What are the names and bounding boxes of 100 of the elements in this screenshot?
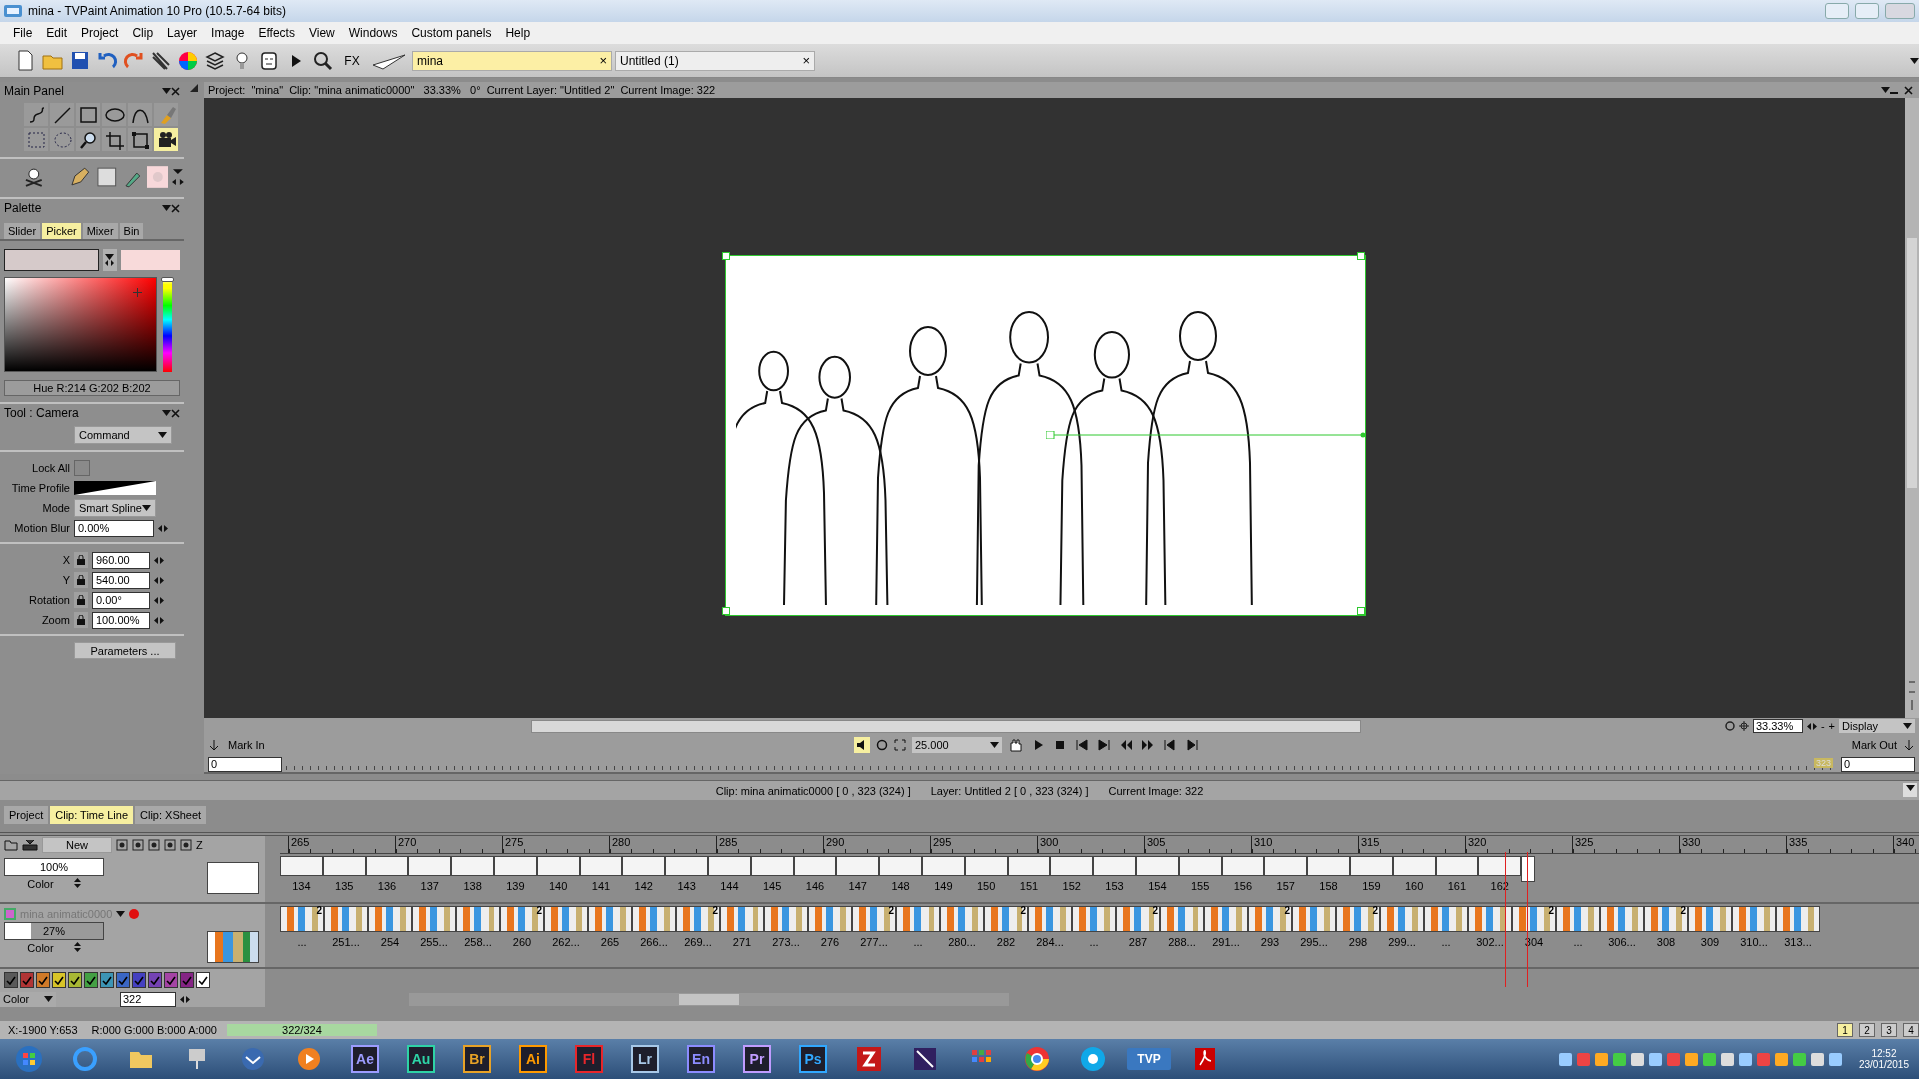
view-menu-icon[interactable]	[1881, 87, 1890, 93]
tray-icon[interactable]	[22, 839, 38, 851]
frame-thumbnail[interactable]	[1204, 905, 1248, 932]
frame-thumbnail[interactable]: 2	[1248, 905, 1292, 932]
resize-handle[interactable]	[722, 252, 730, 260]
stepper-icon[interactable]	[1806, 722, 1817, 730]
frame-thumbnail[interactable]	[632, 905, 676, 932]
stepper-icon[interactable]	[180, 995, 190, 1003]
app-icon[interactable]: Au	[407, 1045, 435, 1073]
frame-thumbnail[interactable]	[280, 856, 323, 876]
palette-tab[interactable]: Slider	[4, 223, 41, 239]
dropdown-arrow-icon[interactable]	[1903, 723, 1912, 729]
menu-item[interactable]: Help	[498, 24, 538, 42]
app-icon[interactable]: Pr	[743, 1045, 771, 1073]
frame-thumbnail[interactable]: 2	[280, 905, 324, 932]
app-icon[interactable]: Ai	[519, 1045, 547, 1073]
stepper-icon[interactable]	[158, 524, 168, 532]
frame-thumbnail[interactable]	[836, 856, 880, 876]
close-tab-button[interactable]: ×	[802, 53, 810, 68]
ftp-client-icon[interactable]	[855, 1045, 883, 1073]
dropdown-arrow-icon[interactable]	[158, 432, 167, 438]
frame-thumbnail[interactable]: 2	[1116, 905, 1160, 932]
frame-thumbnail[interactable]	[1392, 856, 1436, 876]
frame-thumbnail[interactable]	[1732, 905, 1776, 932]
app-icon[interactable]: Ae	[351, 1045, 379, 1073]
swap-icon[interactable]	[105, 260, 115, 266]
palette-tab[interactable]: Mixer	[82, 223, 118, 239]
frame-thumbnail[interactable]	[1556, 905, 1600, 932]
frame-thumbnail[interactable]	[368, 905, 412, 932]
last-frame-icon[interactable]	[1098, 739, 1110, 751]
previous-frame-icon[interactable]	[1164, 739, 1176, 751]
frame-thumbnail[interactable]	[720, 905, 764, 932]
scrollbar-thumb[interactable]	[531, 719, 1361, 733]
color-swatch-icon[interactable]	[146, 166, 169, 188]
document-tab[interactable]: Untitled (1) ×	[615, 50, 815, 71]
layer-menu-icon[interactable]	[116, 910, 126, 917]
stepper-icon[interactable]	[154, 556, 164, 564]
app-icon[interactable]: En	[687, 1045, 715, 1073]
close-icon[interactable]	[1904, 85, 1913, 95]
resize-handle[interactable]	[722, 607, 730, 615]
frame-thumbnail[interactable]	[707, 856, 751, 876]
color-filter-select[interactable]: Color	[0, 991, 56, 1007]
zoom-in-button[interactable]: +	[1828, 720, 1835, 732]
app-icon[interactable]: Br	[463, 1045, 491, 1073]
loop-icon[interactable]	[876, 739, 888, 751]
document-tab[interactable]: mina ×	[412, 50, 612, 71]
toolbar-menu-arrow-icon[interactable]	[1910, 57, 1919, 64]
media-player-icon[interactable]	[295, 1045, 323, 1073]
motion-blur-field[interactable]: 0.00%	[74, 519, 154, 537]
frame-thumbnail[interactable]	[588, 905, 632, 932]
mark-in-field[interactable]: 0	[208, 756, 282, 772]
stepper-icon[interactable]	[154, 616, 164, 624]
record-dot-icon[interactable]	[129, 908, 140, 919]
panel-menu-icon[interactable]	[162, 410, 171, 416]
layer-thumbnail[interactable]	[207, 861, 259, 894]
timeline-tab[interactable]: Project	[4, 806, 49, 824]
mark-out-field[interactable]: 0	[1841, 756, 1915, 772]
panel-menu-icon[interactable]	[162, 205, 171, 211]
tool-button[interactable]	[24, 103, 48, 126]
menu-item[interactable]: Project	[74, 24, 126, 42]
zoom-out-button[interactable]: -	[1820, 720, 1825, 732]
close-icon[interactable]	[171, 408, 180, 418]
frame-thumbnail[interactable]: 2	[676, 905, 720, 932]
web-browser-icon[interactable]	[1023, 1045, 1051, 1073]
play-icon[interactable]	[1032, 739, 1044, 751]
dropdown-arrow-icon[interactable]	[44, 996, 53, 1002]
frame-thumbnail[interactable]	[1424, 905, 1468, 932]
frame-thumbnail[interactable]	[896, 905, 940, 932]
color-swatch[interactable]	[84, 972, 98, 988]
color-swatch[interactable]	[196, 972, 210, 988]
mark-out-label[interactable]: Mark Out	[1851, 739, 1897, 751]
hand-icon[interactable]	[1008, 738, 1024, 752]
panel-menu-icon[interactable]	[1905, 785, 1915, 791]
frame-thumbnail[interactable]	[1380, 905, 1424, 932]
tool-button[interactable]	[128, 128, 152, 151]
stepper-icon[interactable]	[154, 576, 164, 584]
resize-handle[interactable]	[1357, 607, 1365, 615]
panel-menu-icon[interactable]	[162, 88, 171, 94]
frame-thumbnail[interactable]	[408, 856, 452, 876]
previous-key-icon[interactable]	[1120, 739, 1132, 751]
frame-thumbnail[interactable]	[1221, 856, 1265, 876]
blend-select[interactable]: Color	[4, 878, 104, 890]
timeline-tab[interactable]: Clip: Time Line	[50, 806, 133, 824]
frame-thumbnail[interactable]: 2	[1644, 905, 1688, 932]
frame-thumbnail[interactable]: 2	[852, 905, 896, 932]
palette-tab[interactable]: Bin	[119, 223, 144, 239]
frame-thumbnail[interactable]	[322, 856, 366, 876]
dropdown-arrow-icon[interactable]	[142, 505, 151, 511]
frame-thumbnail[interactable]	[622, 856, 666, 876]
frame-thumbnail[interactable]	[1160, 905, 1204, 932]
frame-thumbnail[interactable]	[544, 905, 588, 932]
mark-in-label[interactable]: Mark In	[228, 739, 265, 751]
frame-thumbnail[interactable]	[921, 856, 965, 876]
next-frame-icon[interactable]	[1186, 739, 1198, 751]
frame-thumbnail[interactable]	[1050, 856, 1094, 876]
frame-thumbnail[interactable]	[1478, 856, 1522, 876]
slider-thumb[interactable]	[161, 277, 174, 282]
hue-slider[interactable]	[163, 277, 172, 372]
collapse-arrow-icon[interactable]	[190, 84, 198, 92]
secondary-color-swatch[interactable]	[120, 250, 180, 270]
